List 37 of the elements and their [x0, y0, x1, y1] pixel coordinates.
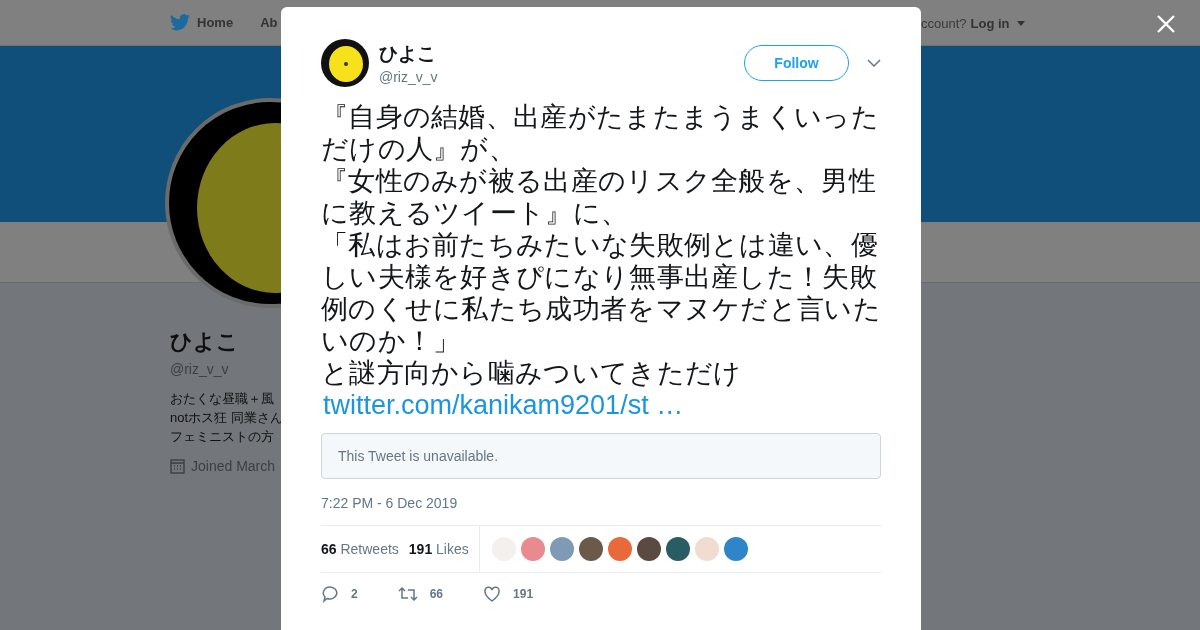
profile-name: ひよこ — [170, 328, 239, 356]
liker-avatar[interactable] — [723, 537, 748, 561]
login-link[interactable]: Log in — [970, 15, 1025, 31]
liker-avatar[interactable] — [665, 537, 690, 561]
avatar — [321, 39, 369, 87]
profile-handle: @riz_v_v — [170, 361, 229, 377]
follow-button[interactable]: Follow — [744, 45, 849, 81]
tweet-text: 「私はお前たちみたいな失敗例とは違い、優しい夫様を好きぴになり無事出産した！失敗例のくせに私たち成功者をマヌケだと言いたいのか！」 — [321, 229, 882, 357]
reply-icon — [321, 585, 339, 603]
tweet-text: 『女性のみが被る出産のリスク全般を、男性に教えるツイート』に、 — [321, 165, 877, 229]
caret-icon — [1016, 20, 1025, 26]
bio-line: おたくな昼職＋風 — [170, 390, 275, 408]
heart-icon — [483, 585, 502, 603]
calendar-icon — [170, 458, 185, 474]
author-handle: @riz_v_v — [379, 69, 439, 85]
quoted-tweet-notice: This Tweet is unavailable. — [321, 433, 881, 479]
joined-date: Joined March — [191, 458, 276, 474]
author-name: ひよこ — [379, 42, 437, 66]
like-count[interactable]: 191 Likes — [408, 541, 469, 557]
reply-button[interactable]: 2 — [321, 585, 358, 603]
home-link[interactable]: Home — [170, 14, 234, 31]
about-link[interactable]: Ab — [260, 15, 278, 30]
close-icon[interactable] — [1156, 14, 1176, 34]
account-prompt: ccount? — [921, 15, 967, 31]
tweet-text: と謎方向から噛みついてきただけ — [321, 357, 743, 389]
like-button[interactable]: 191 — [483, 585, 534, 603]
retweet-icon — [397, 585, 418, 603]
bio-line: フェミニストの方 — [170, 428, 275, 446]
liker-avatar[interactable] — [636, 537, 661, 561]
retweet-button[interactable]: 66 — [397, 585, 444, 603]
liker-avatar[interactable] — [578, 537, 603, 561]
bird-icon — [170, 14, 190, 31]
tweet-time: 7:22 PM - 6 Dec 2019 — [321, 495, 459, 511]
chevron-icon[interactable] — [867, 59, 881, 67]
tweet-text: 『自身の結婚、出産がたまたまうまくいっただけの人』が、 — [321, 101, 880, 165]
tweet-link[interactable]: twitter.com/kanikam9201/st … — [323, 389, 881, 421]
retweet-count[interactable]: 66 Retweets — [321, 541, 399, 557]
